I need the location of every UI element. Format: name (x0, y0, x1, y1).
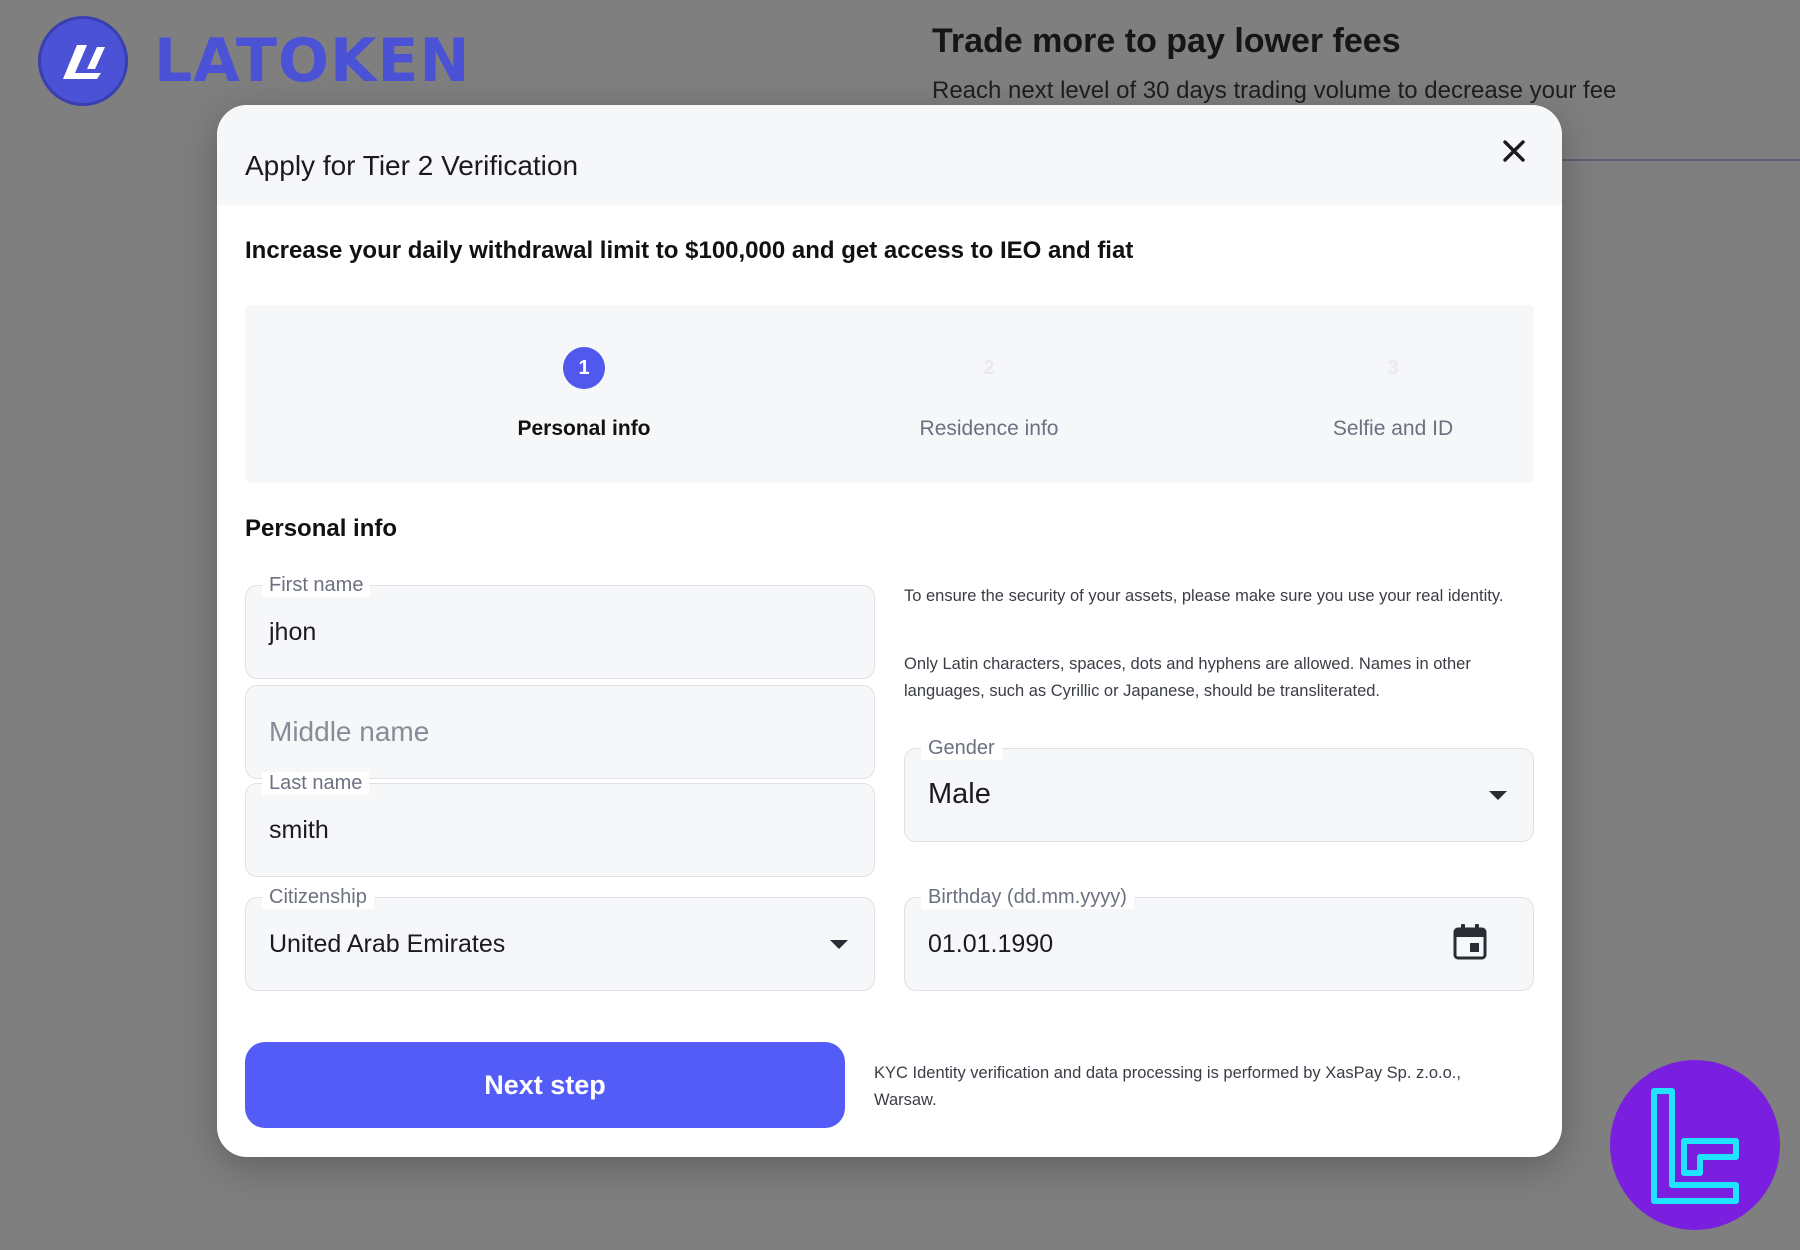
section-title: Personal info (245, 515, 398, 542)
kyc-provider-note: KYC Identity verification and data proce… (874, 1064, 1461, 1109)
latin-characters-hint: Only Latin characters, spaces, dots and … (904, 655, 1471, 700)
first-name-field[interactable]: First name jhon (245, 574, 875, 679)
latoken-logo-icon (38, 16, 128, 106)
citizenship-label: Citizenship (262, 886, 374, 909)
birthday-label: Birthday (dd.mm.yyyy) (921, 886, 1134, 909)
birthday-field[interactable]: Birthday (dd.mm.yyyy) 01.01.1990 (904, 886, 1534, 991)
middle-name-field[interactable]: Middle name (245, 685, 875, 779)
fee-promo-subtitle: Reach next level of 30 days trading volu… (932, 77, 1617, 104)
last-name-field[interactable]: Last name smith (245, 772, 875, 877)
close-icon (1503, 140, 1525, 162)
citizenship-value: United Arab Emirates (269, 930, 506, 958)
gender-value: Male (928, 778, 991, 810)
divider (1560, 159, 1800, 161)
latoken-logo[interactable]: LATOKEN (38, 16, 471, 106)
middle-name-placeholder: Middle name (269, 716, 430, 747)
modal-title: Apply for Tier 2 Verification (245, 150, 579, 181)
verification-stepper: 1 Personal info 2 Residence info 3 Selfi… (245, 305, 1534, 483)
step-label: Selfie and ID (1332, 417, 1454, 440)
birthday-value: 01.01.1990 (928, 930, 1054, 958)
last-name-value: smith (269, 816, 329, 844)
security-hint: To ensure the security of your assets, p… (904, 587, 1504, 605)
chevron-down-icon (1489, 791, 1507, 800)
modal-subtitle: Increase your daily withdrawal limit to … (245, 237, 1134, 264)
modal-header: Apply for Tier 2 Verification (217, 105, 1562, 205)
step-label: Personal info (517, 417, 651, 440)
chevron-down-icon (830, 940, 848, 949)
step-residence-info[interactable]: 2 Residence info (839, 305, 1139, 483)
fee-promo-title: Trade more to pay lower fees (932, 22, 1401, 60)
close-button[interactable] (1496, 133, 1532, 169)
last-name-label: Last name (262, 772, 370, 795)
gender-select[interactable]: Gender Male (904, 737, 1534, 842)
step-selfie-and-id[interactable]: 3 Selfie and ID (1243, 305, 1543, 483)
gender-label: Gender (921, 737, 1002, 760)
first-name-value: jhon (269, 618, 317, 646)
tier2-verification-modal: Apply for Tier 2 Verification Increase y… (217, 105, 1562, 1157)
calendar-icon[interactable] (1453, 924, 1487, 965)
step-label: Residence info (919, 417, 1059, 440)
citizenship-select[interactable]: Citizenship United Arab Emirates (245, 886, 875, 991)
step-personal-info[interactable]: 1 Personal info (434, 305, 734, 483)
next-step-button[interactable]: Next step (245, 1042, 845, 1128)
step-number: 3 (1387, 356, 1399, 379)
step-number: 1 (563, 347, 605, 389)
step-number: 2 (983, 356, 995, 379)
fee-promo: Trade more to pay lower fees Reach next … (932, 22, 1616, 105)
first-name-label: First name (262, 574, 371, 597)
latoken-brand-name: LATOKEN (154, 26, 471, 96)
corner-logo-icon (1610, 1060, 1780, 1230)
